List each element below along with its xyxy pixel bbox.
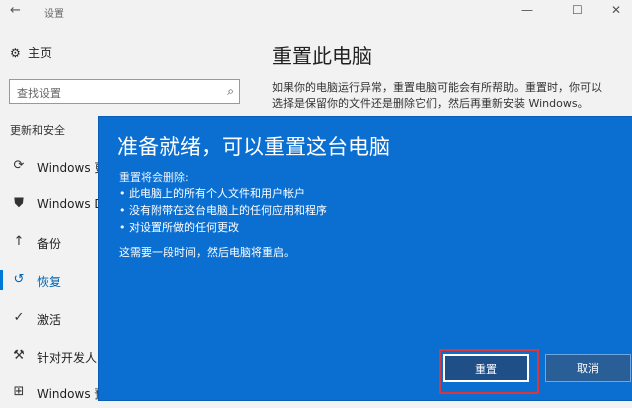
maximize-icon[interactable]: ☐: [572, 3, 583, 17]
check-circle-icon: ✓: [13, 310, 25, 325]
gear-icon: ⚙: [10, 46, 21, 60]
windows-icon: ⊞: [13, 384, 25, 399]
search-placeholder: 查找设置: [17, 87, 61, 100]
history-icon: ↺: [13, 272, 25, 287]
sidebar-item-label: 恢复: [37, 275, 62, 289]
sidebar-item-label: 针对开发人: [37, 351, 98, 365]
active-indicator: [0, 270, 3, 290]
page-title: 重置此电脑: [272, 44, 372, 68]
back-arrow-icon[interactable]: ←: [10, 3, 21, 18]
sidebar-item-label: Windows D: [37, 197, 104, 211]
home-label: 主页: [28, 46, 53, 60]
sidebar-item-label: Windows 更: [37, 161, 107, 175]
sidebar-home[interactable]: ⚙ 主页: [10, 44, 52, 61]
sidebar-item-label: Windows 预: [37, 387, 107, 401]
window-title: 设置: [44, 9, 64, 20]
sidebar-item-label: 备份: [37, 237, 62, 251]
close-icon[interactable]: ✕: [611, 3, 621, 17]
reset-button[interactable]: 重置: [443, 354, 529, 382]
list-item: • 对设置所做的任何更改: [119, 221, 239, 234]
search-input[interactable]: 查找设置 ⌕: [9, 79, 240, 104]
dialog-title: 准备就绪，可以重置这台电脑: [117, 135, 390, 159]
removal-list: • 此电脑上的所有个人文件和用户帐户 • 没有附带在这台电脑上的任何应用和程序 …: [119, 185, 327, 236]
title-bar: ← 设置 — ☐ ✕: [0, 0, 632, 24]
minimize-icon[interactable]: —: [521, 3, 533, 17]
list-item: • 没有附带在这台电脑上的任何应用和程序: [119, 204, 327, 217]
sidebar-item-label: 激活: [37, 313, 62, 327]
reset-dialog: 准备就绪，可以重置这台电脑 重置将会删除: • 此电脑上的所有个人文件和用户帐户…: [99, 117, 632, 400]
cancel-button[interactable]: 取消: [545, 354, 631, 382]
search-icon[interactable]: ⌕: [227, 84, 234, 99]
page-description: 如果你的电脑运行异常，重置电脑可能会有所帮助。重置时，你可以选择是保留你的文件还…: [272, 81, 602, 110]
list-item: • 此电脑上的所有个人文件和用户帐户: [119, 187, 305, 200]
section-header: 更新和安全: [10, 124, 65, 137]
developer-icon: ⚒: [13, 348, 25, 363]
dialog-subtitle: 重置将会删除:: [119, 171, 189, 184]
shield-icon: ⛊: [14, 196, 24, 211]
backup-arrow-icon: ↑: [13, 234, 25, 249]
refresh-icon: ⟳: [13, 158, 25, 173]
dialog-note: 这需要一段时间，然后电脑将重启。: [119, 246, 295, 259]
